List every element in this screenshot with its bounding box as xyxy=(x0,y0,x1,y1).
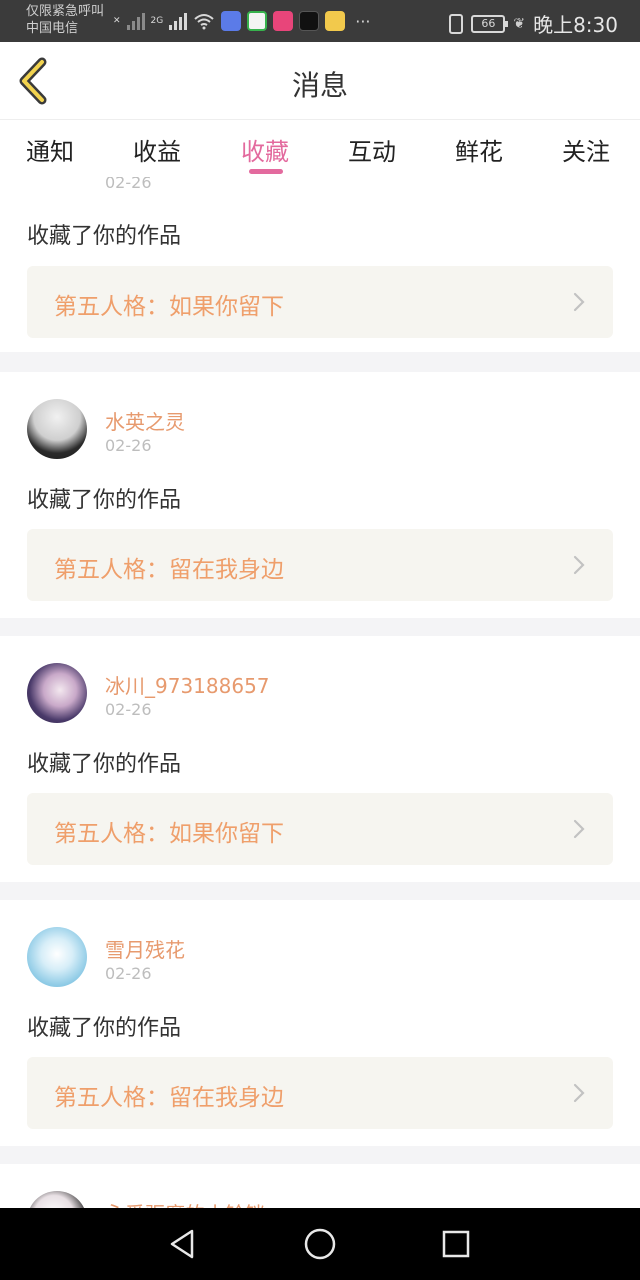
message-action: 收藏了你的作品 xyxy=(27,224,182,249)
back-triangle-icon[interactable] xyxy=(168,1228,198,1260)
wifi-icon xyxy=(194,14,214,30)
chevron-right-icon xyxy=(573,555,585,575)
message-date: 02-26 xyxy=(105,700,152,719)
work-link[interactable]: 第五人格：留在我身边 xyxy=(27,1057,613,1129)
message-action: 收藏了你的作品 xyxy=(27,1016,182,1041)
work-link[interactable]: 第五人格：如果你留下 xyxy=(27,793,613,865)
username[interactable]: 雪月残花 xyxy=(105,934,185,963)
pink-app-icon xyxy=(273,11,294,31)
status-icons: ✕ 2G ··· xyxy=(112,8,371,34)
username[interactable]: 水英之灵 xyxy=(105,406,185,435)
more-notifications-icon: ··· xyxy=(355,11,371,31)
tab-favorites[interactable]: 收藏 xyxy=(241,132,289,167)
username[interactable]: 冰川_973188657 xyxy=(105,670,270,699)
active-tab-indicator xyxy=(249,169,283,174)
tab-following[interactable]: 关注 xyxy=(562,132,610,167)
work-title: 第五人格：留在我身边 xyxy=(54,1085,284,1111)
tab-bar: 通知 收益 收藏 互动 鲜花 关注 xyxy=(0,121,640,177)
message-action: 收藏了你的作品 xyxy=(27,488,182,513)
tab-earnings[interactable]: 收益 xyxy=(133,132,181,167)
carrier-info: 仅限紧急呼叫 中国电信 xyxy=(26,3,104,37)
tiktok-app-icon xyxy=(299,11,320,31)
network-type-label: 2G xyxy=(150,16,164,26)
page-title: 消息 xyxy=(291,69,348,102)
message-date: 02-26 xyxy=(105,964,152,983)
music-app-icon xyxy=(221,11,242,31)
message-card: 永爱驱魔的小铃铛 xyxy=(0,1164,640,1208)
message-card: 冰川_973188657 02-26 收藏了你的作品 第五人格：如果你留下 xyxy=(0,636,640,882)
vibrate-icon xyxy=(449,13,464,34)
tab-interactions[interactable]: 互动 xyxy=(348,132,396,167)
chevron-right-icon xyxy=(573,292,585,312)
status-bar: 仅限紧急呼叫 中国电信 ✕ 2G ··· 66 ❦ 晚上8:30 xyxy=(0,0,640,42)
message-card: 水英之灵 02-26 收藏了你的作品 第五人格：留在我身边 xyxy=(0,372,640,618)
chevron-right-icon xyxy=(573,819,585,839)
avatar[interactable] xyxy=(27,663,87,723)
home-circle-icon[interactable] xyxy=(303,1227,337,1261)
status-right: 66 ❦ 晚上8:30 xyxy=(449,9,618,38)
work-link[interactable]: 第五人格：如果你留下 xyxy=(27,266,613,338)
chevron-right-icon xyxy=(573,1083,585,1103)
no-sim-x-icon: ✕ xyxy=(113,16,121,26)
avatar[interactable] xyxy=(27,927,87,987)
signal-1-icon xyxy=(126,12,145,30)
carrier-line1: 仅限紧急呼叫 xyxy=(26,4,105,19)
work-title: 第五人格：如果你留下 xyxy=(54,294,284,320)
work-title: 第五人格：如果你留下 xyxy=(54,821,284,847)
tab-flowers[interactable]: 鲜花 xyxy=(455,132,503,167)
avatar[interactable] xyxy=(27,399,87,459)
message-date: 02-26 xyxy=(105,177,152,192)
message-feed[interactable]: 02-26 收藏了你的作品 第五人格：如果你留下 水英之灵 02-26 收藏了你… xyxy=(0,177,640,1208)
message-card: 02-26 收藏了你的作品 第五人格：如果你留下 xyxy=(0,177,640,352)
clock: 晚上8:30 xyxy=(533,13,618,37)
username[interactable]: 永爱驱魔的小铃铛 xyxy=(105,1198,265,1208)
battery-icon: 66 xyxy=(471,14,509,33)
play-app-icon xyxy=(247,11,268,31)
header: 消息 xyxy=(0,42,640,120)
signal-2-icon xyxy=(169,12,188,30)
power-saving-leaf-icon: ❦ xyxy=(513,15,526,32)
recents-square-icon[interactable] xyxy=(441,1229,471,1259)
work-link[interactable]: 第五人格：留在我身边 xyxy=(27,529,613,601)
tab-notifications[interactable]: 通知 xyxy=(26,132,74,167)
weibo-app-icon xyxy=(325,11,346,31)
carrier-line2: 中国电信 xyxy=(26,21,79,36)
avatar[interactable] xyxy=(27,1191,87,1208)
message-card: 雪月残花 02-26 收藏了你的作品 第五人格：留在我身边 xyxy=(0,900,640,1146)
navigation-bar xyxy=(0,1208,640,1280)
work-title: 第五人格：留在我身边 xyxy=(54,557,284,583)
message-action: 收藏了你的作品 xyxy=(27,752,182,777)
message-date: 02-26 xyxy=(105,436,152,455)
